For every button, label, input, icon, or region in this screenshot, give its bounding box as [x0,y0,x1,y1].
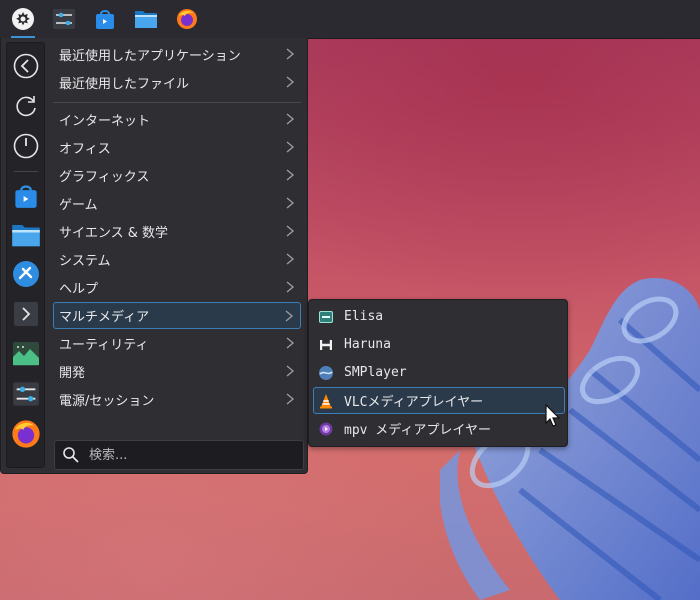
app-label: SMPlayer [344,365,407,380]
folder-icon [12,225,40,247]
store-bag-icon [96,10,114,29]
app-launcher-button[interactable] [5,0,41,38]
firefox-icon [177,9,197,29]
category-label: ヘルプ [59,282,99,297]
store-bag-icon [15,185,37,208]
fav-discover[interactable] [11,181,41,211]
fav-terminal[interactable] [11,299,41,329]
search-input[interactable] [87,446,291,464]
chevron-right-icon [285,168,295,186]
category-separator [53,102,301,103]
category-item[interactable]: ヘルプ [53,274,301,301]
chevron-right-icon [285,280,295,298]
vlc-cone-icon [318,393,334,409]
kde-connect-icon [13,261,39,287]
fav-firefox[interactable] [11,419,41,449]
category-label: 最近使用したファイル [59,77,190,92]
smplayer-icon [318,365,334,381]
submenu-app-item[interactable]: mpv メディアプレイヤー [313,415,565,442]
top-panel [0,0,700,38]
category-label: ゲーム [59,198,98,213]
multimedia-submenu: Elisa Haruna SMPlayer VLCメディアプレイヤー mpv メディアプ… [308,299,568,447]
search-field[interactable] [54,440,304,470]
category-label: サイエンス & 数学 [59,226,169,241]
favorites-separator [14,171,38,172]
category-item[interactable]: インターネット [53,106,301,133]
terminal-icon [14,302,38,326]
category-label: グラフィックス [59,170,150,185]
settings-sliders-icon [13,382,39,406]
app-label: mpv メディアプレイヤー [344,423,492,438]
category-label: インターネット [59,114,151,129]
folder-icon [135,11,157,28]
firefox-icon [12,420,40,448]
power-icon [13,133,39,159]
system-settings-button[interactable] [46,0,82,38]
fav-dolphin[interactable] [11,220,41,250]
mpv-icon [318,421,334,437]
chevron-right-icon [285,336,295,354]
mouse-cursor-icon [545,404,561,427]
app-label: VLCメディアプレイヤー [344,395,484,410]
submenu-app-item[interactable]: SMPlayer [313,359,565,386]
haruna-icon [318,337,334,353]
category-item[interactable]: ユーティリティ [53,330,301,357]
chevron-right-icon [285,140,295,158]
chevron-right-icon [285,392,295,410]
refresh-icon [16,96,36,117]
search-icon [63,447,79,463]
fav-system-monitor[interactable] [11,339,41,369]
chevron-right-icon [285,252,295,270]
elisa-icon [318,309,334,325]
chevron-right-icon [285,364,295,382]
category-label: システム [59,254,111,269]
dolphin-button[interactable] [128,0,164,38]
category-item[interactable]: 最近使用したアプリケーション [53,41,301,68]
category-item[interactable]: 最近使用したファイル [53,69,301,96]
fav-system-settings[interactable] [11,379,41,409]
discover-button[interactable] [87,0,123,38]
fav-kde-connect[interactable] [11,259,41,289]
chevron-right-icon [285,224,295,242]
category-item[interactable]: グラフィックス [53,162,301,189]
submenu-app-item[interactable]: Elisa [313,303,565,330]
chevron-right-icon [285,47,295,65]
chevron-right-icon [285,112,295,130]
category-label: オフィス [59,142,111,157]
category-item[interactable]: マルチメディア [53,302,301,329]
submenu-app-item[interactable]: VLCメディアプレイヤー [313,387,565,414]
category-item[interactable]: サイエンス & 数学 [53,218,301,245]
firefox-button[interactable] [169,0,205,38]
shutdown-button[interactable] [11,131,41,161]
submenu-app-item[interactable]: Haruna [313,331,565,358]
back-button[interactable] [11,51,41,81]
category-item[interactable]: システム [53,246,301,273]
category-label: 開発 [59,366,86,381]
category-label: ユーティリティ [59,338,149,353]
category-item[interactable]: 電源/セッション [53,386,301,413]
settings-sliders-icon [53,9,75,29]
category-item[interactable]: オフィス [53,134,301,161]
chevron-right-icon [285,75,295,93]
app-launcher-icon [12,8,34,30]
category-label: 最近使用したアプリケーション [59,49,241,64]
back-arrow-icon [13,53,39,79]
category-label: マルチメディア [59,310,150,325]
category-item[interactable]: ゲーム [53,190,301,217]
application-menu: 最近使用したアプリケーション 最近使用したファイル インターネット オフィスグラフィッ… [0,38,308,474]
app-label: Elisa [344,309,384,324]
category-item[interactable]: 開発 [53,358,301,385]
system-monitor-icon [13,342,39,366]
favorites-bar [6,42,45,468]
restart-button[interactable] [11,91,41,121]
category-label: 電源/セッション [59,394,155,409]
chevron-right-icon [285,196,295,214]
chevron-right-icon [284,309,294,327]
app-label: Haruna [344,337,391,352]
